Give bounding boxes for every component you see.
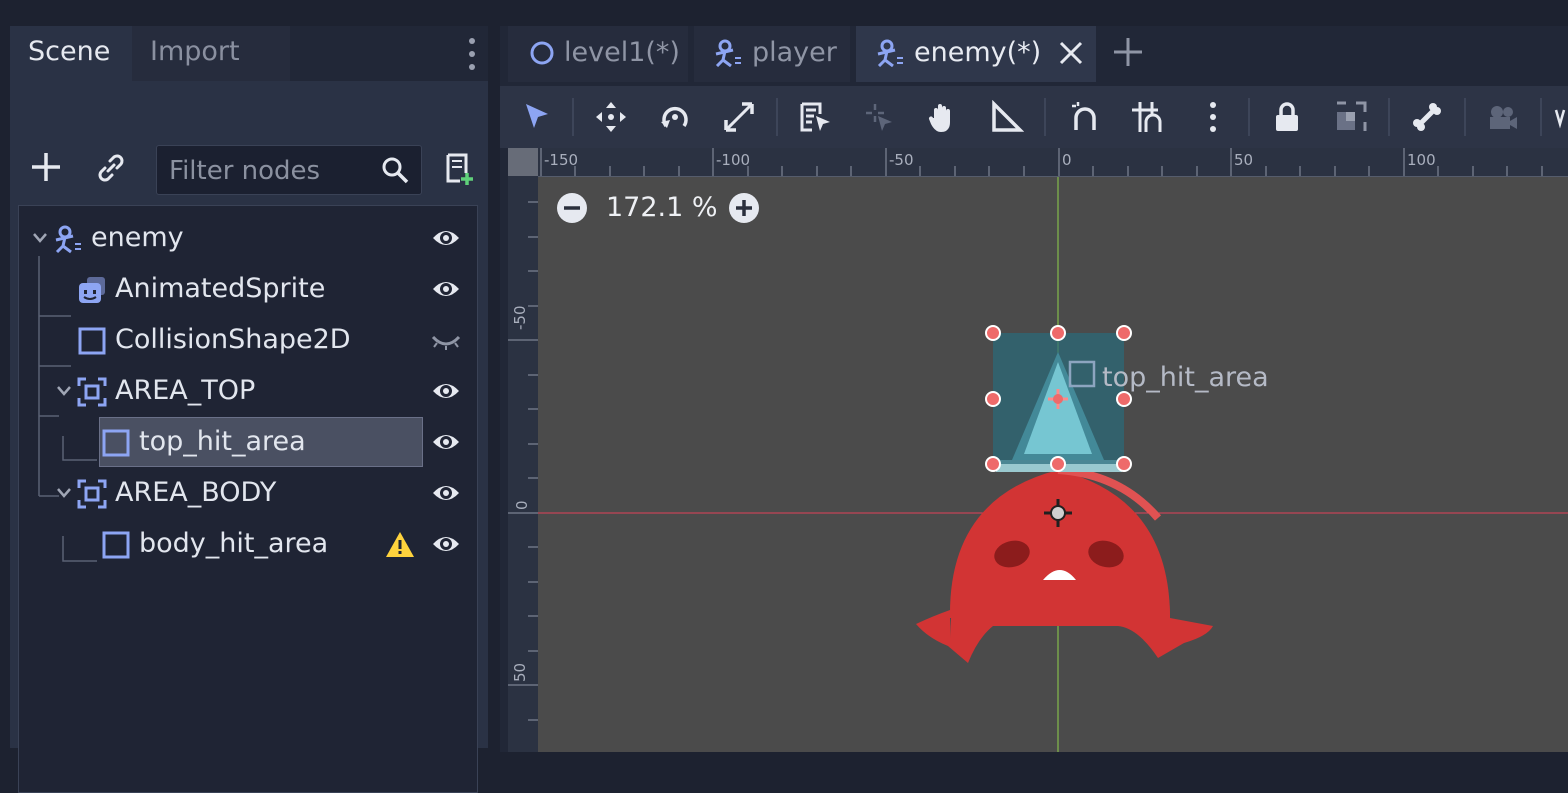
toolbar-separator xyxy=(1540,98,1542,136)
skeleton-bone-icon[interactable] xyxy=(1410,100,1444,134)
tree-node-collisionshape2d[interactable]: CollisionShape2D xyxy=(19,315,477,365)
collapse-arrow-icon[interactable] xyxy=(55,485,73,501)
instance-link-icon[interactable] xyxy=(94,151,128,185)
collapse-arrow-icon[interactable] xyxy=(55,383,73,399)
tab-label: level1(*) xyxy=(564,37,680,68)
node-label: AnimatedSprite xyxy=(115,273,326,304)
ruler-label: 50 xyxy=(1234,151,1254,169)
tab-label: enemy(*) xyxy=(914,37,1042,68)
toolbar-separator xyxy=(572,98,574,136)
ruler-label: 0 xyxy=(513,500,531,510)
node-label: enemy xyxy=(91,222,184,253)
kinematic-body-icon xyxy=(53,224,83,254)
grid-snap-icon[interactable] xyxy=(1130,100,1164,134)
close-tab-icon[interactable] xyxy=(1058,40,1084,66)
horizontal-ruler: -150 -100 -50 0 50 100 xyxy=(508,148,1568,177)
smart-snap-icon[interactable] xyxy=(1068,100,1102,134)
area2d-icon xyxy=(77,377,107,407)
collision-shape-icon xyxy=(77,326,107,356)
tree-node-area-top[interactable]: AREA_TOP xyxy=(19,366,477,416)
zoom-in-icon[interactable] xyxy=(728,192,760,224)
node-label: AREA_TOP xyxy=(115,375,256,406)
node-label: body_hit_area xyxy=(139,528,329,559)
dock-menu-icon[interactable] xyxy=(464,36,480,72)
visibility-eye-icon[interactable] xyxy=(431,429,461,455)
tree-node-body-hit-area[interactable]: body_hit_area xyxy=(19,519,477,569)
pivot-mode-icon[interactable] xyxy=(862,100,896,134)
ruler-label: -50 xyxy=(889,151,914,169)
filter-nodes-field[interactable] xyxy=(156,145,422,195)
canvas-toolbar xyxy=(500,86,1568,148)
area2d-icon xyxy=(77,479,107,509)
visibility-hidden-icon[interactable] xyxy=(431,327,461,353)
scale-mode-icon[interactable] xyxy=(722,100,756,134)
ruler-label: 100 xyxy=(1407,151,1436,169)
zoom-out-icon[interactable] xyxy=(556,192,588,224)
node2d-circle-icon xyxy=(528,39,556,67)
tab-import[interactable]: Import xyxy=(132,26,290,81)
filter-nodes-input[interactable] xyxy=(167,152,371,190)
tree-node-enemy[interactable]: enemy xyxy=(19,213,477,263)
visibility-eye-icon[interactable] xyxy=(431,378,461,404)
tab-label: player xyxy=(752,37,837,68)
ruler-label: -50 xyxy=(511,305,529,331)
tree-node-area-body[interactable]: AREA_BODY xyxy=(19,468,477,518)
view-menu-icon[interactable] xyxy=(1550,100,1568,134)
visibility-eye-icon[interactable] xyxy=(431,276,461,302)
collision-shape-icon xyxy=(101,530,131,560)
scene-canvas[interactable] xyxy=(508,148,1568,752)
attach-script-icon[interactable] xyxy=(442,151,476,187)
list-select-icon[interactable] xyxy=(798,100,832,134)
rotate-mode-icon[interactable] xyxy=(658,100,692,134)
group-icon[interactable] xyxy=(1334,100,1368,134)
node-label: AREA_BODY xyxy=(115,477,277,508)
toolbar-separator xyxy=(776,98,778,136)
ruler-label: 50 xyxy=(511,662,529,682)
ruler-label: -100 xyxy=(716,151,751,169)
snap-options-icon[interactable] xyxy=(1196,100,1230,134)
ruler-label: 0 xyxy=(1062,151,1072,169)
canvas-node-label: top_hit_area xyxy=(1102,362,1269,393)
search-icon xyxy=(381,156,409,184)
collision-shape-icon xyxy=(101,428,131,458)
scene-tab-level1[interactable]: level1(*) xyxy=(508,26,688,82)
new-scene-tab-icon[interactable] xyxy=(1112,36,1144,68)
vertical-ruler: -50 0 50 xyxy=(508,148,538,752)
zoom-level-button[interactable]: 172.1 % xyxy=(606,190,718,226)
add-node-icon[interactable] xyxy=(28,149,64,185)
toolbar-separator xyxy=(1044,98,1046,136)
node-label: CollisionShape2D xyxy=(115,324,351,355)
visibility-eye-icon[interactable] xyxy=(431,225,461,251)
move-mode-icon[interactable] xyxy=(594,100,628,134)
kinematic-body-icon xyxy=(714,39,742,67)
camera-icon[interactable] xyxy=(1486,100,1520,134)
scene-tree: enemy AnimatedSprite CollisionShape2D AR… xyxy=(18,205,478,793)
toolbar-separator xyxy=(1248,98,1250,136)
toolbar-separator xyxy=(1464,98,1466,136)
node-label: top_hit_area xyxy=(139,426,306,457)
scene-tab-player[interactable]: player xyxy=(694,26,850,82)
pan-mode-icon[interactable] xyxy=(926,100,960,134)
lock-icon[interactable] xyxy=(1270,100,1304,134)
scene-dock: Scene Import Filter nodes enemy Animated… xyxy=(10,26,488,793)
ruler-label: -150 xyxy=(544,151,579,169)
scene-panel: enemy AnimatedSprite CollisionShape2D xyxy=(10,81,488,793)
toolbar-separator xyxy=(1388,98,1390,136)
tree-node-top-hit-area[interactable]: top_hit_area xyxy=(19,417,477,467)
select-mode-icon[interactable] xyxy=(520,100,554,134)
visibility-eye-icon[interactable] xyxy=(431,531,461,557)
scene-tab-enemy[interactable]: enemy(*) xyxy=(856,26,1096,82)
collapse-arrow-icon[interactable] xyxy=(31,230,49,246)
enemy-sprite xyxy=(916,466,1213,663)
kinematic-body-icon xyxy=(876,39,904,67)
warning-icon[interactable] xyxy=(385,530,415,560)
visibility-eye-icon[interactable] xyxy=(431,480,461,506)
canvas-viewport[interactable] xyxy=(508,148,1568,752)
ruler-mode-icon[interactable] xyxy=(990,100,1024,134)
tree-node-animatedsprite[interactable]: AnimatedSprite xyxy=(19,264,477,314)
animated-sprite-icon xyxy=(77,275,107,305)
